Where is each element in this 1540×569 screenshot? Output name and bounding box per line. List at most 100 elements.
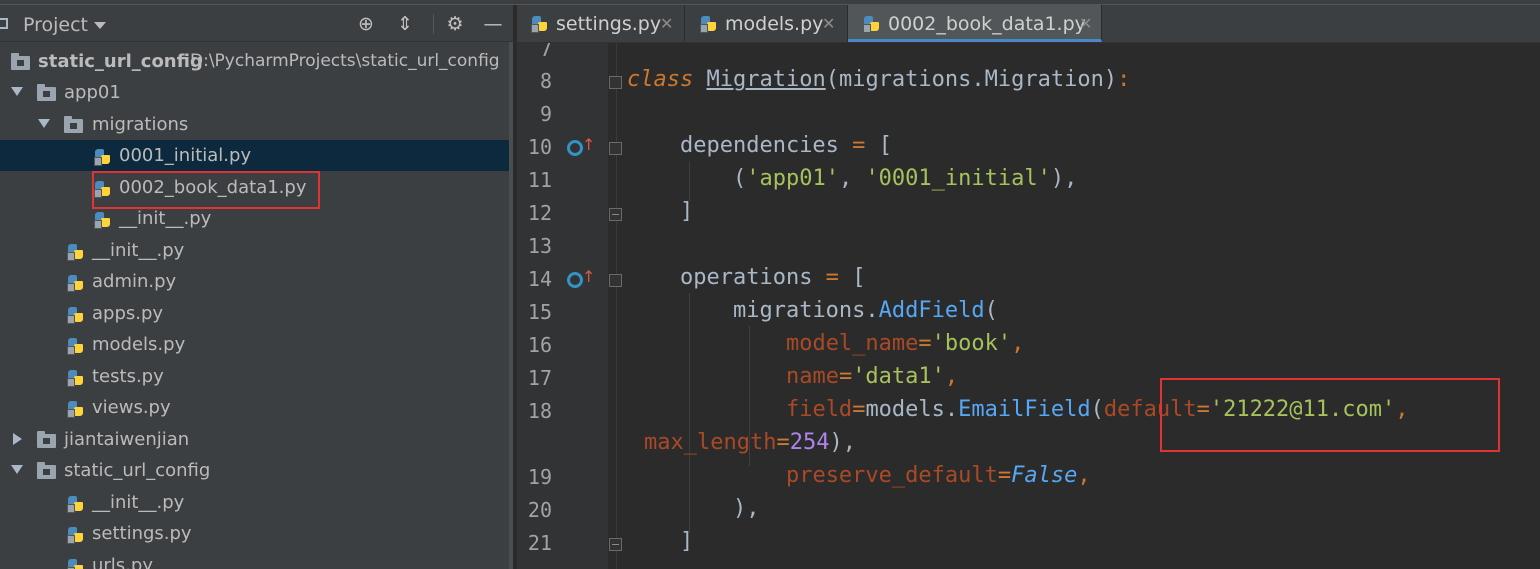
code-token: migrations. <box>732 298 879 323</box>
code-token: (migrations.Migration) <box>825 67 1118 92</box>
hide-panel-icon[interactable]: — <box>482 13 504 35</box>
tab-models-py[interactable]: models.py ✕ <box>685 5 848 42</box>
tree-item-views[interactable]: views.py <box>0 392 509 423</box>
line-number: 19 <box>527 465 552 489</box>
tree-item-label: __init__.py <box>92 492 185 513</box>
code-token: = <box>838 364 853 389</box>
close-icon[interactable]: ✕ <box>822 14 835 33</box>
expand-arrow-icon[interactable] <box>38 119 50 128</box>
python-file-icon <box>67 243 85 261</box>
override-marker-icon[interactable] <box>567 272 583 288</box>
tab-0002-book-data1-py[interactable]: 0002_book_data1.py ✕ <box>848 5 1102 42</box>
tree-item-apps[interactable]: apps.py <box>0 298 509 329</box>
tab-settings-py[interactable]: settings.py ✕ <box>517 5 685 42</box>
fold-toggle-icon[interactable] <box>609 208 622 221</box>
project-panel: Project ⊕ ⇕ ⚙ — static_url_config D:\Pyc… <box>0 5 513 569</box>
gear-icon[interactable]: ⚙ <box>444 13 466 35</box>
python-file-icon <box>863 15 881 33</box>
folder-icon <box>37 84 56 101</box>
chevron-down-icon[interactable] <box>94 22 106 29</box>
tree-item-tests[interactable]: tests.py <box>0 361 509 392</box>
code-token: 254 <box>789 430 830 455</box>
close-icon[interactable]: ✕ <box>1079 14 1092 33</box>
tree-item-path: D:\PycharmProjects\static_url_config <box>190 51 500 71</box>
highlight-annotation-file <box>92 171 320 209</box>
expand-arrow-icon[interactable] <box>11 87 23 96</box>
expand-arrow-icon[interactable] <box>13 433 22 445</box>
code-token: Migration <box>706 67 826 92</box>
code-line-21: ] <box>627 529 693 554</box>
code-line-12: ] <box>627 199 693 224</box>
code-token: , <box>944 364 959 389</box>
tree-item-models[interactable]: models.py <box>0 329 509 360</box>
fold-toggle-icon[interactable] <box>609 538 622 551</box>
code-token: 'data1' <box>852 364 945 389</box>
code-token: [ <box>852 265 866 290</box>
tree-item-label: static_url_config <box>38 51 203 72</box>
code-token: '0001_initial' <box>865 166 1051 191</box>
code-token: models. <box>865 397 959 422</box>
arrow-up-icon: ↑ <box>582 135 596 154</box>
expand-arrow-icon[interactable] <box>11 465 23 474</box>
code-token: preserve_default <box>785 463 998 488</box>
tree-item-config-init[interactable]: __init__.py <box>0 487 509 518</box>
code-token: dependencies <box>679 133 839 158</box>
code-editor[interactable]: 7 8 9 10 11 12 13 14 15 16 17 18 19 20 2… <box>517 43 1540 569</box>
line-number: 10 <box>527 135 552 159</box>
python-file-icon <box>67 274 85 292</box>
tree-item-admin[interactable]: admin.py <box>0 266 509 297</box>
code-line-16: model_name='book', <box>627 331 1024 356</box>
code-token: name <box>785 364 839 389</box>
code-token: , <box>1077 463 1091 488</box>
line-number: 14 <box>527 267 552 291</box>
tree-item-migrations[interactable]: migrations <box>0 109 509 140</box>
code-line-10: dependencies = [ <box>627 133 892 158</box>
tree-item-0001-initial[interactable]: 0001_initial.py <box>0 140 509 171</box>
tree-item-jiantaiwenjian[interactable]: jiantaiwenjian <box>0 424 509 455</box>
python-file-icon <box>67 337 85 355</box>
code-token: = <box>812 265 853 290</box>
python-file-icon <box>700 15 718 33</box>
fold-toggle-icon[interactable] <box>609 76 622 89</box>
code-token: ] <box>679 199 694 224</box>
panel-scrollbar[interactable] <box>509 42 513 569</box>
code-token: operations <box>679 265 813 290</box>
tree-item-app01-init[interactable]: __init__.py <box>0 235 509 266</box>
tree-item-label: 0001_initial.py <box>119 145 252 166</box>
line-number: 18 <box>527 399 552 423</box>
locate-file-icon[interactable]: ⊕ <box>355 13 377 35</box>
folder-icon <box>11 53 30 70</box>
gutter-divider <box>616 43 617 569</box>
folder-icon <box>37 431 56 448</box>
tree-item-root[interactable]: static_url_config D:\PycharmProjects\sta… <box>0 46 509 77</box>
code-token: = <box>997 463 1012 488</box>
tree-item-label: views.py <box>92 397 171 418</box>
tree-item-label: static_url_config <box>64 460 211 481</box>
python-file-icon <box>67 495 85 513</box>
code-token: max_length <box>644 430 777 455</box>
collapse-all-icon[interactable]: ⇕ <box>394 13 416 35</box>
python-file-icon <box>94 148 112 166</box>
fold-toggle-icon[interactable] <box>609 142 622 155</box>
python-file-icon <box>67 306 85 324</box>
code-token: ( <box>1090 397 1104 422</box>
python-file-icon <box>67 400 85 418</box>
override-marker-icon[interactable] <box>567 140 583 156</box>
code-token: class <box>627 67 694 92</box>
tree-item-app01[interactable]: app01 <box>0 77 509 108</box>
project-view-selector[interactable]: Project <box>23 14 88 36</box>
tree-item-static-url-config[interactable]: static_url_config <box>0 455 509 486</box>
code-token: AddField <box>878 298 985 323</box>
tree-item-urls[interactable]: urls.py <box>0 550 509 569</box>
fold-toggle-icon[interactable] <box>609 274 622 287</box>
tab-label: settings.py <box>556 13 662 35</box>
code-token: 'book' <box>931 331 1012 356</box>
tree-item-settings[interactable]: settings.py <box>0 518 509 549</box>
code-token: ), <box>732 496 760 521</box>
code-line-11: ('app01', '0001_initial'), <box>627 166 1077 191</box>
close-icon[interactable]: ✕ <box>660 14 673 33</box>
line-number: 16 <box>527 333 552 357</box>
highlight-annotation-default <box>1160 378 1500 452</box>
code-line-8: class Migration(migrations.Migration): <box>627 67 1130 92</box>
tree-item-label: settings.py <box>92 523 192 544</box>
